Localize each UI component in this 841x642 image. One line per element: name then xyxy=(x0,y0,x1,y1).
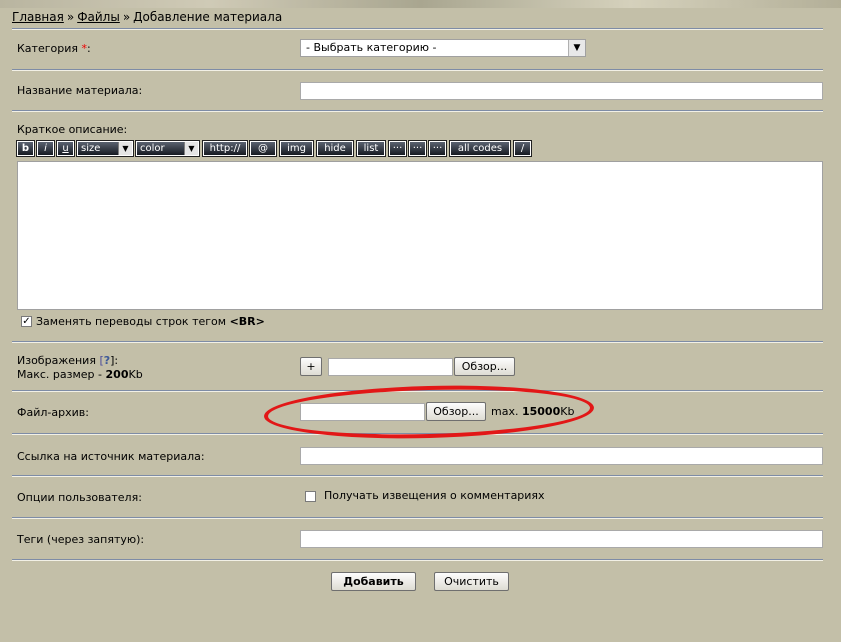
list-button[interactable]: list xyxy=(356,140,386,157)
divider xyxy=(12,341,823,343)
size-dropdown-label: size xyxy=(81,143,101,154)
color-dropdown[interactable]: color ▼ xyxy=(135,140,200,157)
breadcrumb-current: Добавление материала xyxy=(133,10,283,24)
divider xyxy=(12,110,823,112)
source-link-input[interactable] xyxy=(300,447,823,465)
image-file-input[interactable] xyxy=(328,358,453,376)
category-select-value: - Выбрать категорию - xyxy=(306,41,437,54)
category-label-text: Категория xyxy=(17,42,78,55)
images-label-text: Изображения xyxy=(17,354,96,367)
divider xyxy=(12,517,823,519)
description-label: Краткое описание: xyxy=(17,123,128,136)
tags-label: Теги (через запятую): xyxy=(17,533,145,546)
images-max-unit: Kb xyxy=(128,368,143,381)
replace-br-label: Заменять переводы строк тегом <BR> xyxy=(36,315,265,328)
color-dropdown-label: color xyxy=(140,143,165,154)
replace-br-text: Заменять переводы строк тегом xyxy=(36,315,227,328)
underline-button[interactable]: u xyxy=(56,140,75,157)
divider xyxy=(12,559,823,561)
chevron-down-icon: ▼ xyxy=(184,142,198,155)
check-icon: ✓ xyxy=(22,316,31,327)
hide-button[interactable]: hide xyxy=(316,140,354,157)
email-button[interactable]: @ xyxy=(249,140,277,157)
archive-file-input[interactable] xyxy=(300,403,425,421)
images-label: Изображения [?]: xyxy=(17,354,118,367)
reset-button[interactable]: Очистить xyxy=(434,572,509,591)
archive-max-label: max. xyxy=(491,405,519,418)
images-max-label: Макс. размер - xyxy=(17,368,103,381)
category-select[interactable]: - Выбрать категорию - ▼ xyxy=(300,39,586,57)
notify-comments-checkbox[interactable] xyxy=(305,491,316,502)
title-label: Название материала: xyxy=(17,84,143,97)
image-browse-button[interactable]: Обзор... xyxy=(454,357,515,376)
tags-input[interactable] xyxy=(300,530,823,548)
replace-br-checkbox[interactable]: ✓ xyxy=(21,316,32,327)
category-label: Категория *: xyxy=(17,42,91,55)
add-image-button[interactable]: + xyxy=(300,357,322,376)
top-decor-strip xyxy=(0,0,841,8)
images-max-size: Макс. размер - 200Kb xyxy=(17,368,143,381)
all-codes-button[interactable]: all codes xyxy=(449,140,511,157)
chevron-down-icon: ▼ xyxy=(118,142,132,155)
divider xyxy=(12,390,823,392)
more-button[interactable]: ··· xyxy=(388,140,407,157)
archive-browse-button[interactable]: Обзор... xyxy=(426,402,486,421)
italic-button[interactable]: i xyxy=(36,140,55,157)
images-help-bracket: ]: xyxy=(110,354,119,367)
archive-label: Файл-архив: xyxy=(17,406,89,419)
breadcrumb: Главная» Файлы» Добавление материала xyxy=(12,10,282,24)
chevron-down-icon[interactable]: ▼ xyxy=(568,40,585,56)
breadcrumb-files-link[interactable]: Файлы xyxy=(77,10,120,24)
divider xyxy=(12,475,823,477)
divider xyxy=(12,433,823,435)
br-tag: <BR> xyxy=(229,315,265,328)
title-input[interactable] xyxy=(300,82,823,100)
breadcrumb-separator: » xyxy=(66,10,75,24)
submit-button[interactable]: Добавить xyxy=(331,572,416,591)
close-tags-button[interactable]: / xyxy=(513,140,532,157)
breadcrumb-home-link[interactable]: Главная xyxy=(12,10,64,24)
archive-max-unit: Kb xyxy=(560,405,575,418)
image-button[interactable]: img xyxy=(279,140,314,157)
link-button[interactable]: http:// xyxy=(202,140,248,157)
description-textarea[interactable] xyxy=(17,161,823,310)
source-link-label: Ссылка на источник материала: xyxy=(17,450,205,463)
images-max-value: 200 xyxy=(105,368,129,381)
more-button[interactable]: ··· xyxy=(428,140,447,157)
size-dropdown[interactable]: size ▼ xyxy=(76,140,134,157)
more-button[interactable]: ··· xyxy=(408,140,427,157)
divider xyxy=(12,28,823,30)
category-label-colon: : xyxy=(86,42,91,55)
user-options-label: Опции пользователя: xyxy=(17,491,142,504)
bold-button[interactable]: b xyxy=(16,140,35,157)
divider xyxy=(12,69,823,71)
breadcrumb-separator: » xyxy=(122,10,131,24)
archive-max-size: max. 15000Kb xyxy=(491,405,574,418)
archive-max-value: 15000 xyxy=(521,405,561,418)
notify-comments-label: Получать извещения о комментариях xyxy=(324,489,545,502)
